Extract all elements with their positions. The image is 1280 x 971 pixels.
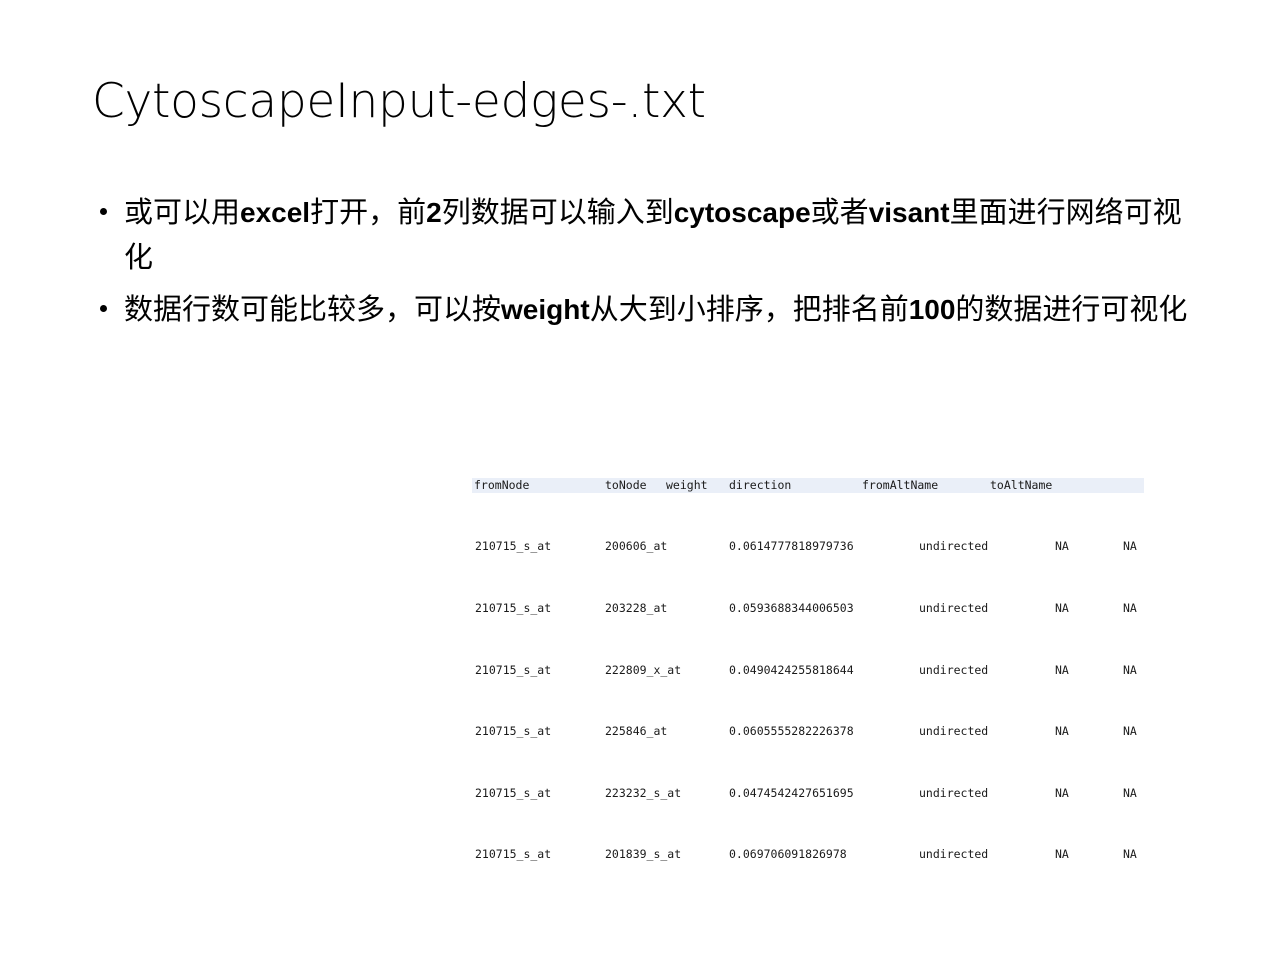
cell-fromaltname: NA [1055, 785, 1069, 800]
list-item: 或可以用excel打开，前2列数据可以输入到cytoscape或者visant里… [92, 190, 1196, 279]
edge-table-figure: fromNode toNode weight direction fromAlt… [472, 432, 1144, 909]
cell-weight: 0.069706091826978 [729, 847, 847, 862]
column-header-weight: weight [666, 478, 708, 493]
cell-fromnode: 210715_s_at [475, 539, 552, 554]
table-row: 210715_s_at 223232_s_at 0.04745424276516… [472, 786, 1144, 801]
table-row: 210715_s_at 225846_at 0.0605555282226378… [472, 724, 1144, 739]
column-header-fromaltname: fromAltName [862, 478, 939, 493]
column-header-tonode: toNode [605, 478, 647, 493]
cell-tonode: 200606_at [605, 539, 668, 554]
cell-direction: undirected [919, 601, 989, 616]
bullet-list: 或可以用excel打开，前2列数据可以输入到cytoscape或者visant里… [92, 190, 1196, 332]
page-title: CytoscapeInput-edges-.txt [92, 74, 706, 129]
cell-fromaltname: NA [1055, 601, 1069, 616]
cell-fromnode: 210715_s_at [475, 662, 552, 677]
table-row: 210715_s_at 203228_at 0.0593688344006503… [472, 601, 1144, 616]
cell-weight: 0.0614777818979736 [729, 539, 854, 554]
cell-weight: 0.0605555282226378 [729, 724, 854, 739]
cell-fromaltname: NA [1055, 539, 1069, 554]
column-header-fromnode: fromNode [474, 478, 530, 493]
table-row: 210715_s_at 222809_x_at 0.04904242558186… [472, 663, 1144, 678]
cell-toaltname: NA [1123, 724, 1137, 739]
table-header-row: fromNode toNode weight direction fromAlt… [472, 478, 1144, 494]
cell-direction: undirected [919, 662, 989, 677]
cell-tonode: 223232_s_at [605, 785, 682, 800]
cell-weight: 0.0490424255818644 [729, 662, 854, 677]
cell-fromnode: 210715_s_at [475, 785, 552, 800]
cell-fromnode: 210715_s_at [475, 724, 552, 739]
cell-fromaltname: NA [1055, 662, 1069, 677]
cell-fromaltname: NA [1055, 847, 1069, 862]
cell-fromnode: 210715_s_at [475, 847, 552, 862]
cell-toaltname: NA [1123, 785, 1137, 800]
cell-direction: undirected [919, 785, 989, 800]
table-row: 210715_s_at 200606_at 0.0614777818979736… [472, 539, 1144, 554]
table-row: 210715_s_at 201839_s_at 0.06970609182697… [472, 847, 1144, 862]
bullet-dot-icon [100, 208, 107, 215]
cell-toaltname: NA [1123, 601, 1137, 616]
cell-direction: undirected [919, 724, 989, 739]
list-item-text: 数据行数可能比较多，可以按weight从大到小排序，把排名前100的数据进行可视… [124, 292, 1188, 326]
cell-toaltname: NA [1123, 662, 1137, 677]
cell-direction: undirected [919, 847, 989, 862]
cell-tonode: 225846_at [605, 724, 668, 739]
cell-fromnode: 210715_s_at [475, 601, 552, 616]
bullet-dot-icon [100, 305, 107, 312]
cell-toaltname: NA [1123, 539, 1137, 554]
column-header-direction: direction [729, 478, 792, 493]
cell-toaltname: NA [1123, 847, 1137, 862]
cell-fromaltname: NA [1055, 724, 1069, 739]
list-item: 数据行数可能比较多，可以按weight从大到小排序，把排名前100的数据进行可视… [92, 287, 1196, 332]
list-item-text: 或可以用excel打开，前2列数据可以输入到cytoscape或者visant里… [124, 195, 1182, 274]
cell-tonode: 203228_at [605, 601, 668, 616]
column-header-toaltname: toAltName [990, 478, 1053, 493]
cell-weight: 0.0593688344006503 [729, 601, 854, 616]
cell-weight: 0.0474542427651695 [729, 785, 854, 800]
slide-canvas: CytoscapeInput-edges-.txt 或可以用excel打开，前2… [0, 0, 1280, 861]
cell-tonode: 222809_x_at [605, 662, 682, 677]
cell-direction: undirected [919, 539, 989, 554]
cell-tonode: 201839_s_at [605, 847, 682, 862]
